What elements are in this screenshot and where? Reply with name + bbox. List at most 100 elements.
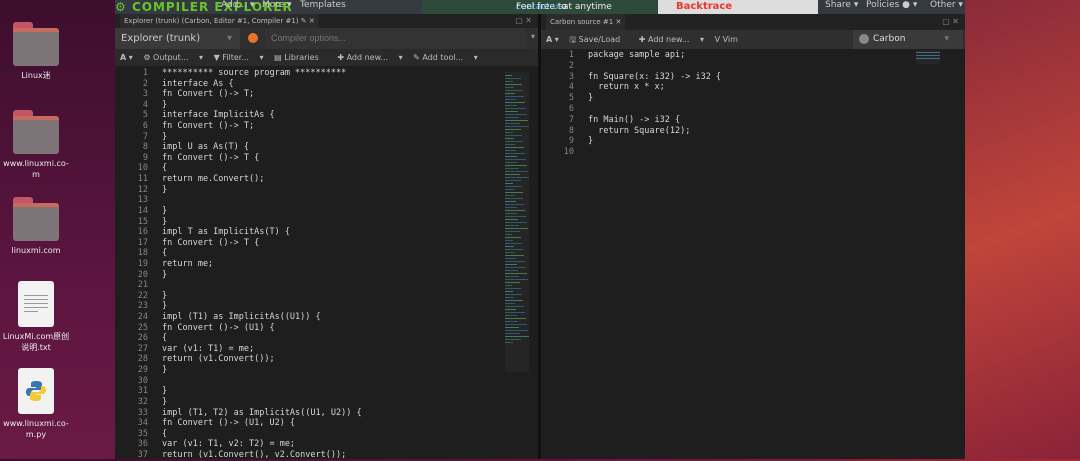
pane-controls[interactable]: ▢ ✕ [942,14,959,30]
minimap[interactable] [505,72,529,372]
compiler-select[interactable]: Explorer (trunk) ▾ [115,28,240,49]
desktop-file-py[interactable]: www.linuxmi.co-m.py [0,368,72,440]
line-number: 35 [137,428,148,439]
line-number: 16 [137,227,148,238]
tab-source[interactable]: Carbon source #1 ✕ [546,14,626,30]
line-text: return x * x; [588,82,665,93]
save-load-button[interactable]: 🖫 Save/Load [569,35,628,44]
code-line: 6 fn Convert ()-> T; [115,121,485,132]
line-text: interface ImplicitAs { [162,110,275,121]
pane-controls[interactable]: ▢ ✕ [515,14,532,28]
code-line: 8 impl U as As(T) { [115,142,485,153]
font-size-button[interactable]: A ▾ [546,35,559,44]
vim-button[interactable]: V Vim [715,35,746,44]
nav-policies[interactable]: Policies ● ▾ [866,0,917,10]
compiler-options-input[interactable] [265,28,526,49]
add-new-button[interactable]: ✚ Add new... ▾ [639,35,704,44]
compiler-pane: Explorer (trunk) (Carbon, Editor #1, Com… [115,14,538,461]
line-number: 4 [142,99,148,110]
line-number: 7 [568,114,574,125]
code-line: 7 fn Main() -> i32 { [541,115,901,126]
line-text: interface As { [162,78,234,89]
carbon-logo-icon [859,33,869,44]
line-text: } [162,396,168,407]
top-nav: ⚙ COMPILER EXPLORER Add... ▾ More ▾ Temp… [115,0,965,14]
compiler-output-editor[interactable]: 1 ********** source program ********** 2 in… [115,68,485,461]
code-line: 21 [115,280,485,291]
language-select[interactable]: Carbon ▾ [853,30,963,49]
code-line: 12} [115,185,485,196]
code-line: 2 interface As { [115,79,485,90]
code-line: 27 var (v1: T1) = me; [115,344,485,355]
output-button[interactable]: ⚙ Output... ▾ [143,53,203,62]
desktop-folder-www[interactable]: www.linuxmi.co-m [0,110,72,180]
desktop-file-txt[interactable]: LinuxMi.com原创说明.txt [0,281,72,353]
desktop-folder-linuxmi-com[interactable]: linuxmi.com [0,197,72,256]
line-number: 1 [568,50,574,60]
filter-button[interactable]: ▼ Filter... ▾ [214,53,264,62]
add-new-button[interactable]: ✚ Add new... ▾ [337,53,402,62]
line-text: } [162,301,168,312]
minimap[interactable] [916,50,940,64]
code-line: 25 fn Convert ()-> (U1) { [115,323,485,334]
line-text [148,376,162,387]
line-number: 23 [137,301,148,312]
code-line: 14} [115,206,485,217]
source-editor[interactable]: 1 package sample api; 2 3 fn Square(x: i32) … [541,50,901,158]
line-text: fn Main() -> i32 { [588,114,681,125]
source-pane: Carbon source #1 ✕ ▢ ✕ A ▾ 🖫 Save/Load ✚ … [541,14,965,459]
notice-banner: Feel free to contact us at anytime [422,0,657,14]
icon-label: LinuxMi.com原创说明.txt [2,332,70,352]
nav-other[interactable]: Other ▾ [930,0,963,10]
desktop-folder-linuxmi[interactable]: Linux迷 [0,22,72,81]
font-size-button[interactable]: A ▾ [120,53,133,62]
line-text: } [162,386,168,397]
line-text: fn Convert ()-> T; [162,89,255,100]
libraries-button[interactable]: ▤ Libraries [274,53,327,62]
compiler-status-icon [248,33,258,43]
code-line: 1 ********** source program ********** [115,68,485,79]
nav-share[interactable]: Share ▾ [825,0,858,10]
nav-more[interactable]: More ▾ [262,0,292,10]
line-number: 6 [568,103,574,114]
line-number: 36 [137,439,148,450]
code-line: 10 [541,147,901,158]
compiler-toolbar: A ▾ ⚙ Output... ▾ ▼ Filter... ▾ ▤ Librar… [115,49,538,66]
line-number: 13 [137,195,148,206]
nav-templates[interactable]: Templates [300,0,346,10]
line-number: 2 [568,60,574,71]
line-number: 6 [142,121,148,132]
code-line: 31} [115,386,485,397]
line-number: 30 [137,375,148,386]
folder-icon [13,110,59,154]
code-line: 6 [541,104,901,115]
line-text: return (v1.Convert()); [162,354,275,365]
line-number: 9 [568,136,574,147]
sponsor-banner[interactable]: Backtrace [658,0,818,14]
line-number: 10 [563,147,574,158]
code-line: 2 [541,61,901,72]
line-text: } [162,205,168,216]
nav-add[interactable]: Add... ▾ [221,0,254,10]
line-text: } [162,184,168,195]
line-number: 2 [142,78,148,89]
line-number: 12 [137,184,148,195]
line-text: { [162,428,168,439]
tab-compiler[interactable]: Explorer (trunk) (Carbon, Editor #1, Com… [120,14,319,28]
add-tool-button[interactable]: ✎ Add tool... ▾ [413,53,478,62]
line-number: 24 [137,312,148,323]
line-number: 19 [137,258,148,269]
code-line: 5 interface ImplicitAs { [115,110,485,121]
line-number: 3 [568,71,574,82]
line-number: 28 [137,354,148,365]
line-text: fn Convert ()-> T { [162,237,260,248]
code-line: 11 return me.Convert(); [115,174,485,185]
code-line: 3 fn Convert ()-> T; [115,89,485,100]
line-text [574,61,588,72]
line-text: } [588,93,594,104]
line-text: fn Square(x: i32) -> i32 { [588,71,722,82]
code-line: 9 fn Convert ()-> T { [115,153,485,164]
line-text: { [162,248,168,259]
code-line: 5} [541,93,901,104]
code-line: 16 impl T as ImplicitAs(T) { [115,227,485,238]
